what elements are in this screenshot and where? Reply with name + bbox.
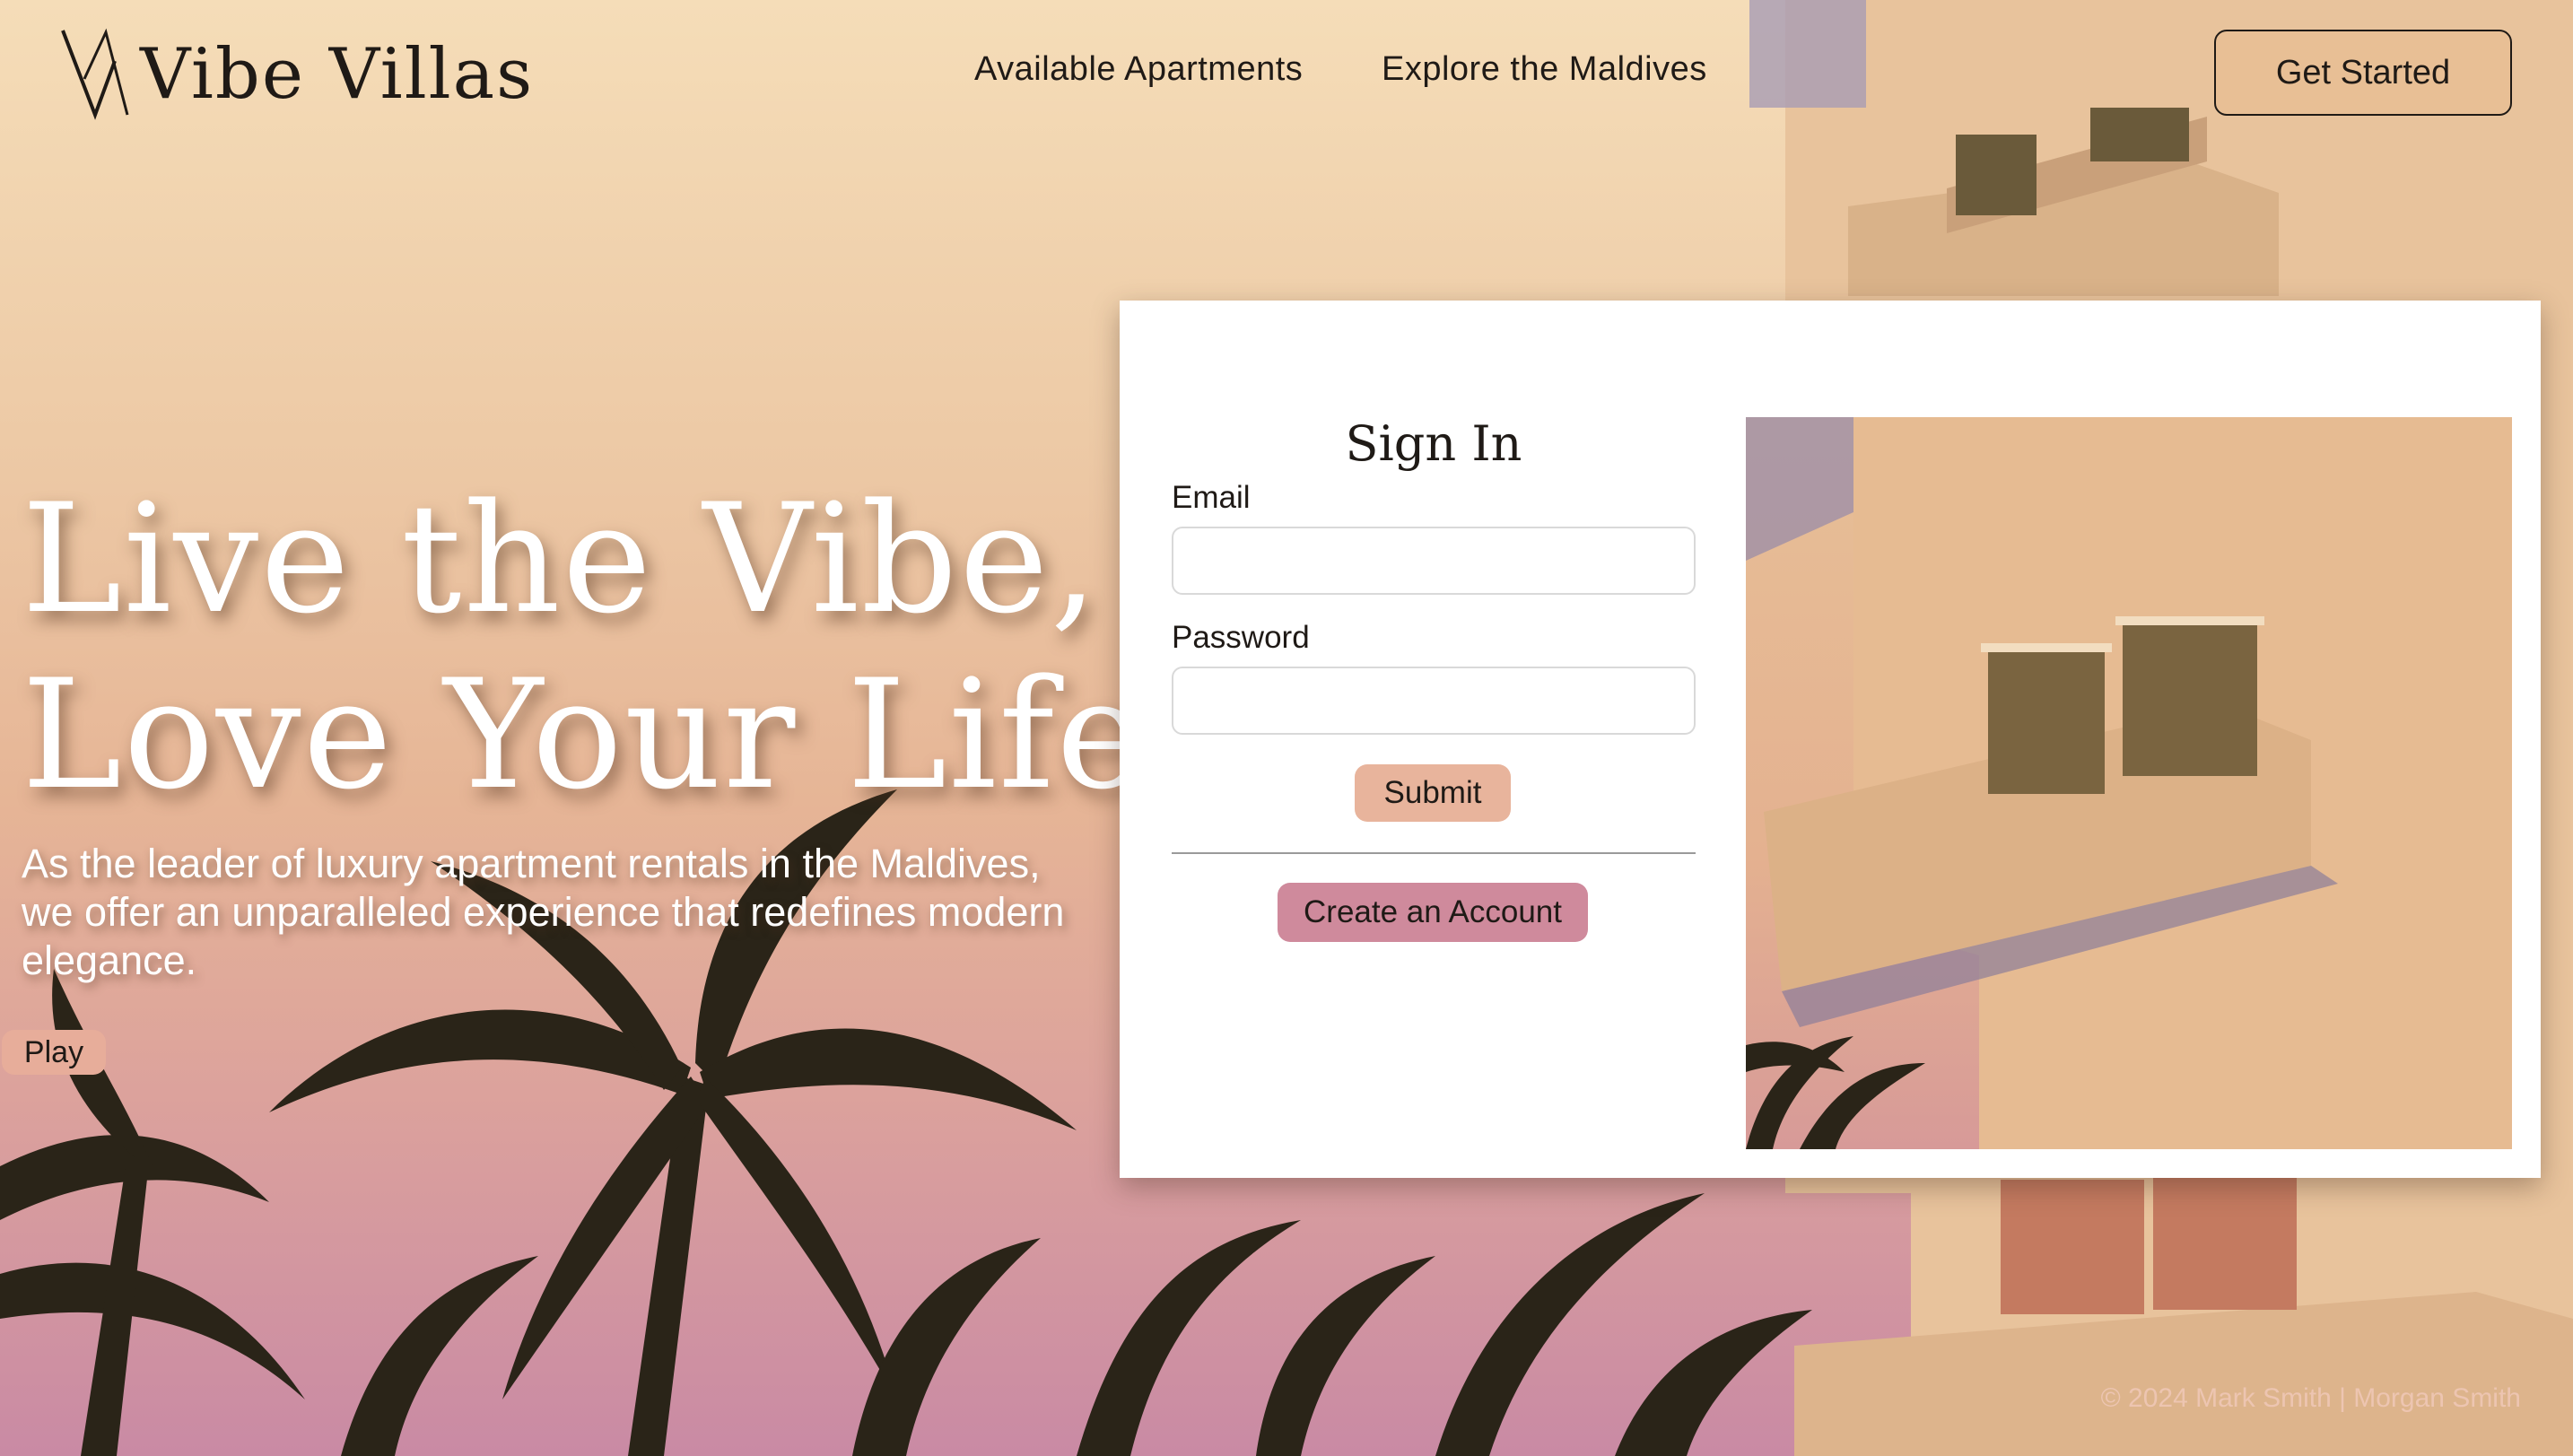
brand-logo[interactable]: Vibe Villas: [59, 25, 534, 124]
create-account-button[interactable]: Create an Account: [1278, 883, 1588, 942]
nav-available-apartments[interactable]: Available Apartments: [974, 50, 1303, 89]
logo-mark-icon: [61, 28, 129, 120]
signin-title: Sign In: [1345, 415, 1522, 472]
hero-title: Live the Vibe, Love Your Life: [22, 471, 1147, 823]
signin-form: Sign In Email Password Submit Create an …: [1172, 301, 1696, 1178]
hero-subtitle: As the leader of luxury apartment rental…: [22, 841, 1065, 983]
top-navigation: Vibe Villas Available Apartments Explore…: [0, 0, 2573, 153]
signin-card: Sign In Email Password Submit Create an …: [1120, 301, 2541, 1178]
get-started-button[interactable]: Get Started: [2214, 30, 2512, 116]
footer-credits: © 2024 Mark Smith | Morgan Smith: [2100, 1383, 2521, 1413]
nav-explore-maldives[interactable]: Explore the Maldives: [1382, 50, 1707, 89]
submit-button[interactable]: Submit: [1355, 764, 1511, 822]
hero-title-line-1: Live the Vibe,: [22, 471, 1101, 647]
building-photo: [1746, 417, 2512, 1149]
password-label: Password: [1172, 620, 1310, 655]
password-field[interactable]: [1172, 667, 1696, 735]
form-divider: [1172, 852, 1696, 854]
brand-name: Vibe Villas: [140, 34, 535, 115]
email-field[interactable]: [1172, 527, 1696, 595]
email-label: Email: [1172, 480, 1251, 515]
hero-title-line-2: Love Your Life: [22, 647, 1147, 823]
play-button[interactable]: Play: [2, 1030, 106, 1075]
